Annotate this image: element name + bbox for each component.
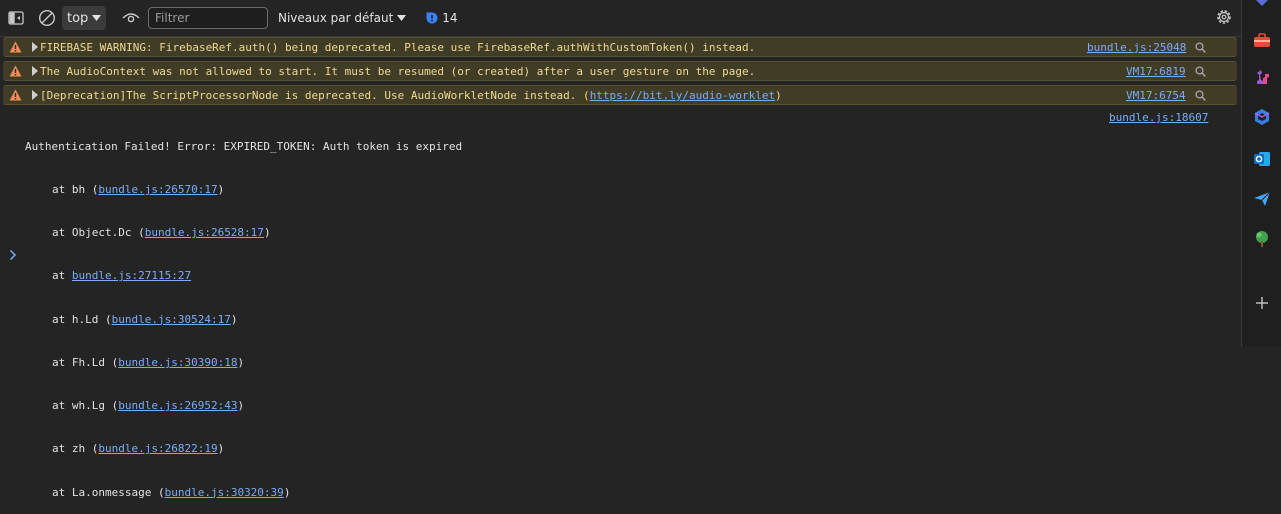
error-message: Authentication Failed! Error: EXPIRED_TO… <box>25 139 463 153</box>
frame-prefix: at bh ( <box>52 183 99 197</box>
browser-sidebar <box>1241 0 1281 347</box>
frame-suffix: ) <box>230 312 238 326</box>
chevron-down-icon <box>397 15 407 21</box>
frame-suffix: ) <box>237 355 245 369</box>
clear-console-button[interactable] <box>38 9 56 27</box>
search-icon[interactable] <box>1195 90 1206 101</box>
warning-icon <box>9 65 22 77</box>
tools-icon[interactable] <box>1253 31 1271 49</box>
frame-suffix: ) <box>263 226 271 240</box>
frame-suffix: ) <box>237 399 245 413</box>
chevron-right-icon <box>9 249 17 261</box>
context-value: top <box>67 10 89 26</box>
frame-link[interactable]: bundle.js:30320:39 <box>165 486 284 499</box>
stack-frame: at h.Ld (bundle.js:30524:17) <box>25 313 462 327</box>
filter-input[interactable]: Filtrer <box>148 7 268 29</box>
tree-icon[interactable] <box>1253 230 1271 248</box>
chevron-down-icon <box>92 15 101 21</box>
frame-prefix: at Object.Dc ( <box>52 226 145 240</box>
frame-prefix: at h.Ld ( <box>52 312 112 326</box>
issues-counter[interactable]: 14 <box>426 11 458 25</box>
warning-icon <box>9 89 22 101</box>
eye-icon <box>122 13 140 23</box>
source-link[interactable]: VM17:6754 <box>1126 89 1186 102</box>
source-link[interactable]: VM17:6819 <box>1126 65 1186 78</box>
add-icon[interactable] <box>1253 294 1271 312</box>
frame-suffix: ) <box>283 485 291 499</box>
console-settings-button[interactable] <box>1215 8 1233 26</box>
copilot-icon[interactable] <box>1253 108 1271 126</box>
search-icon[interactable] <box>1195 66 1206 77</box>
frame-prefix: at wh.Lg ( <box>52 399 119 413</box>
console-prompt[interactable] <box>9 249 17 264</box>
console-error: Authentication Failed! Error: EXPIRED_TO… <box>25 111 462 514</box>
stack-frame: at bh (bundle.js:26570:17) <box>25 183 462 197</box>
frame-prefix: at <box>52 269 72 283</box>
warning-text: [Deprecation]The ScriptProcessorNode is … <box>40 89 782 102</box>
toggle-sidebar-button[interactable] <box>8 10 24 26</box>
frame-suffix: ) <box>217 183 225 197</box>
source-link[interactable]: bundle.js:25048 <box>1087 41 1186 54</box>
frame-link[interactable]: bundle.js:30524:17 <box>112 313 231 326</box>
frame-link[interactable]: bundle.js:26952:43 <box>118 399 237 412</box>
expand-triangle-icon[interactable] <box>32 66 38 76</box>
issues-count: 14 <box>442 11 458 25</box>
warning-text-before: [Deprecation]The ScriptProcessorNode is … <box>40 89 590 102</box>
issues-icon <box>426 12 438 24</box>
audio-worklet-link[interactable]: https://bit.ly/audio-worklet <box>590 89 775 102</box>
outlook-icon[interactable] <box>1253 150 1271 168</box>
frame-link[interactable]: bundle.js:26822:19 <box>98 442 217 455</box>
console-toolbar: top Filtrer Niveaux par défaut 14 <box>0 0 1241 37</box>
stack-frame: at zh (bundle.js:26822:19) <box>25 442 462 456</box>
levels-label: Niveaux par défaut <box>278 11 394 25</box>
clear-icon <box>38 9 56 27</box>
frame-prefix: at zh ( <box>52 442 99 456</box>
stack-frame: at bundle.js:27115:27 <box>25 269 462 283</box>
expand-triangle-icon[interactable] <box>32 42 38 52</box>
live-expression-button[interactable] <box>122 10 140 26</box>
chess-icon[interactable] <box>1253 68 1271 86</box>
log-levels-dropdown[interactable]: Niveaux par défaut <box>278 11 407 25</box>
warning-icon <box>9 41 22 53</box>
expand-triangle-icon[interactable] <box>32 90 38 100</box>
gear-icon <box>1217 10 1231 24</box>
warning-text: The AudioContext was not allowed to star… <box>40 65 756 78</box>
stack-frame: at La.onmessage (bundle.js:30320:39) <box>25 486 462 500</box>
search-icon[interactable] <box>1195 42 1206 53</box>
sidebar-top-partial-icon <box>1256 0 1268 6</box>
frame-link[interactable]: bundle.js:26570:17 <box>98 183 217 196</box>
frame-link[interactable]: bundle.js:26528:17 <box>145 226 264 239</box>
send-icon[interactable] <box>1253 190 1271 208</box>
context-selector[interactable]: top <box>62 6 106 30</box>
sidebar-toggle-icon <box>8 11 24 25</box>
stack-frame: at Object.Dc (bundle.js:26528:17) <box>25 226 462 240</box>
frame-suffix: ) <box>217 442 225 456</box>
warning-text-after: ) <box>775 89 782 102</box>
stack-frame: at Fh.Ld (bundle.js:30390:18) <box>25 356 462 370</box>
source-link[interactable]: bundle.js:18607 <box>1109 111 1208 124</box>
frame-link[interactable]: bundle.js:27115:27 <box>72 269 191 282</box>
console-warning: [Deprecation]The ScriptProcessorNode is … <box>3 85 1237 105</box>
stack-frame: at wh.Lg (bundle.js:26952:43) <box>25 399 462 413</box>
console-warning: The AudioContext was not allowed to star… <box>3 61 1237 81</box>
filter-placeholder: Filtrer <box>155 11 190 25</box>
frame-prefix: at Fh.Ld ( <box>52 355 119 369</box>
frame-prefix: at La.onmessage ( <box>52 485 165 499</box>
console-warning: FIREBASE WARNING: FirebaseRef.auth() bei… <box>3 37 1237 57</box>
warning-text: FIREBASE WARNING: FirebaseRef.auth() bei… <box>40 41 756 54</box>
frame-link[interactable]: bundle.js:30390:18 <box>118 356 237 369</box>
